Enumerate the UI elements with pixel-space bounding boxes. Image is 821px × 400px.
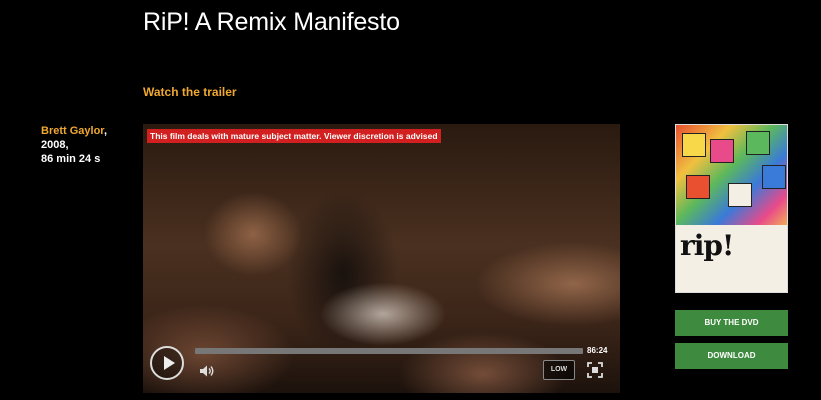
- discretion-warning: This film deals with mature subject matt…: [147, 129, 441, 143]
- poster-tile: [728, 183, 752, 207]
- volume-icon[interactable]: [199, 364, 215, 378]
- dvd-cover-image: rip!: [675, 124, 788, 293]
- progress-bar[interactable]: [195, 348, 583, 354]
- director-suffix: ,: [103, 125, 108, 137]
- film-meta: Brett Gaylor, 2008, 86 min 24 s: [41, 124, 107, 166]
- poster-tile: [762, 165, 786, 189]
- download-button[interactable]: DOWNLOAD: [675, 343, 788, 369]
- fullscreen-icon[interactable]: [587, 362, 603, 378]
- buy-dvd-button[interactable]: BUY THE DVD: [675, 310, 788, 336]
- page: RiP! A Remix Manifesto Watch the trailer…: [0, 0, 821, 400]
- poster-tile: [682, 133, 706, 157]
- video-player[interactable]: This film deals with mature subject matt…: [143, 124, 620, 393]
- director-line: Brett Gaylor,: [41, 124, 107, 138]
- watch-trailer-link[interactable]: Watch the trailer: [143, 85, 237, 99]
- release-year: 2008,: [41, 139, 69, 151]
- poster-tile: [710, 139, 734, 163]
- film-duration: 86 min 24 s: [41, 153, 101, 165]
- play-button[interactable]: [150, 346, 184, 380]
- poster-tile: [686, 175, 710, 199]
- director-link[interactable]: Brett Gaylor: [41, 125, 104, 137]
- poster-tile: [746, 131, 770, 155]
- quality-toggle[interactable]: LOW: [543, 360, 575, 380]
- time-display: 86:24: [587, 346, 608, 355]
- poster-logo: rip!: [680, 229, 734, 262]
- play-icon: [164, 356, 175, 370]
- page-title: RiP! A Remix Manifesto: [143, 8, 400, 36]
